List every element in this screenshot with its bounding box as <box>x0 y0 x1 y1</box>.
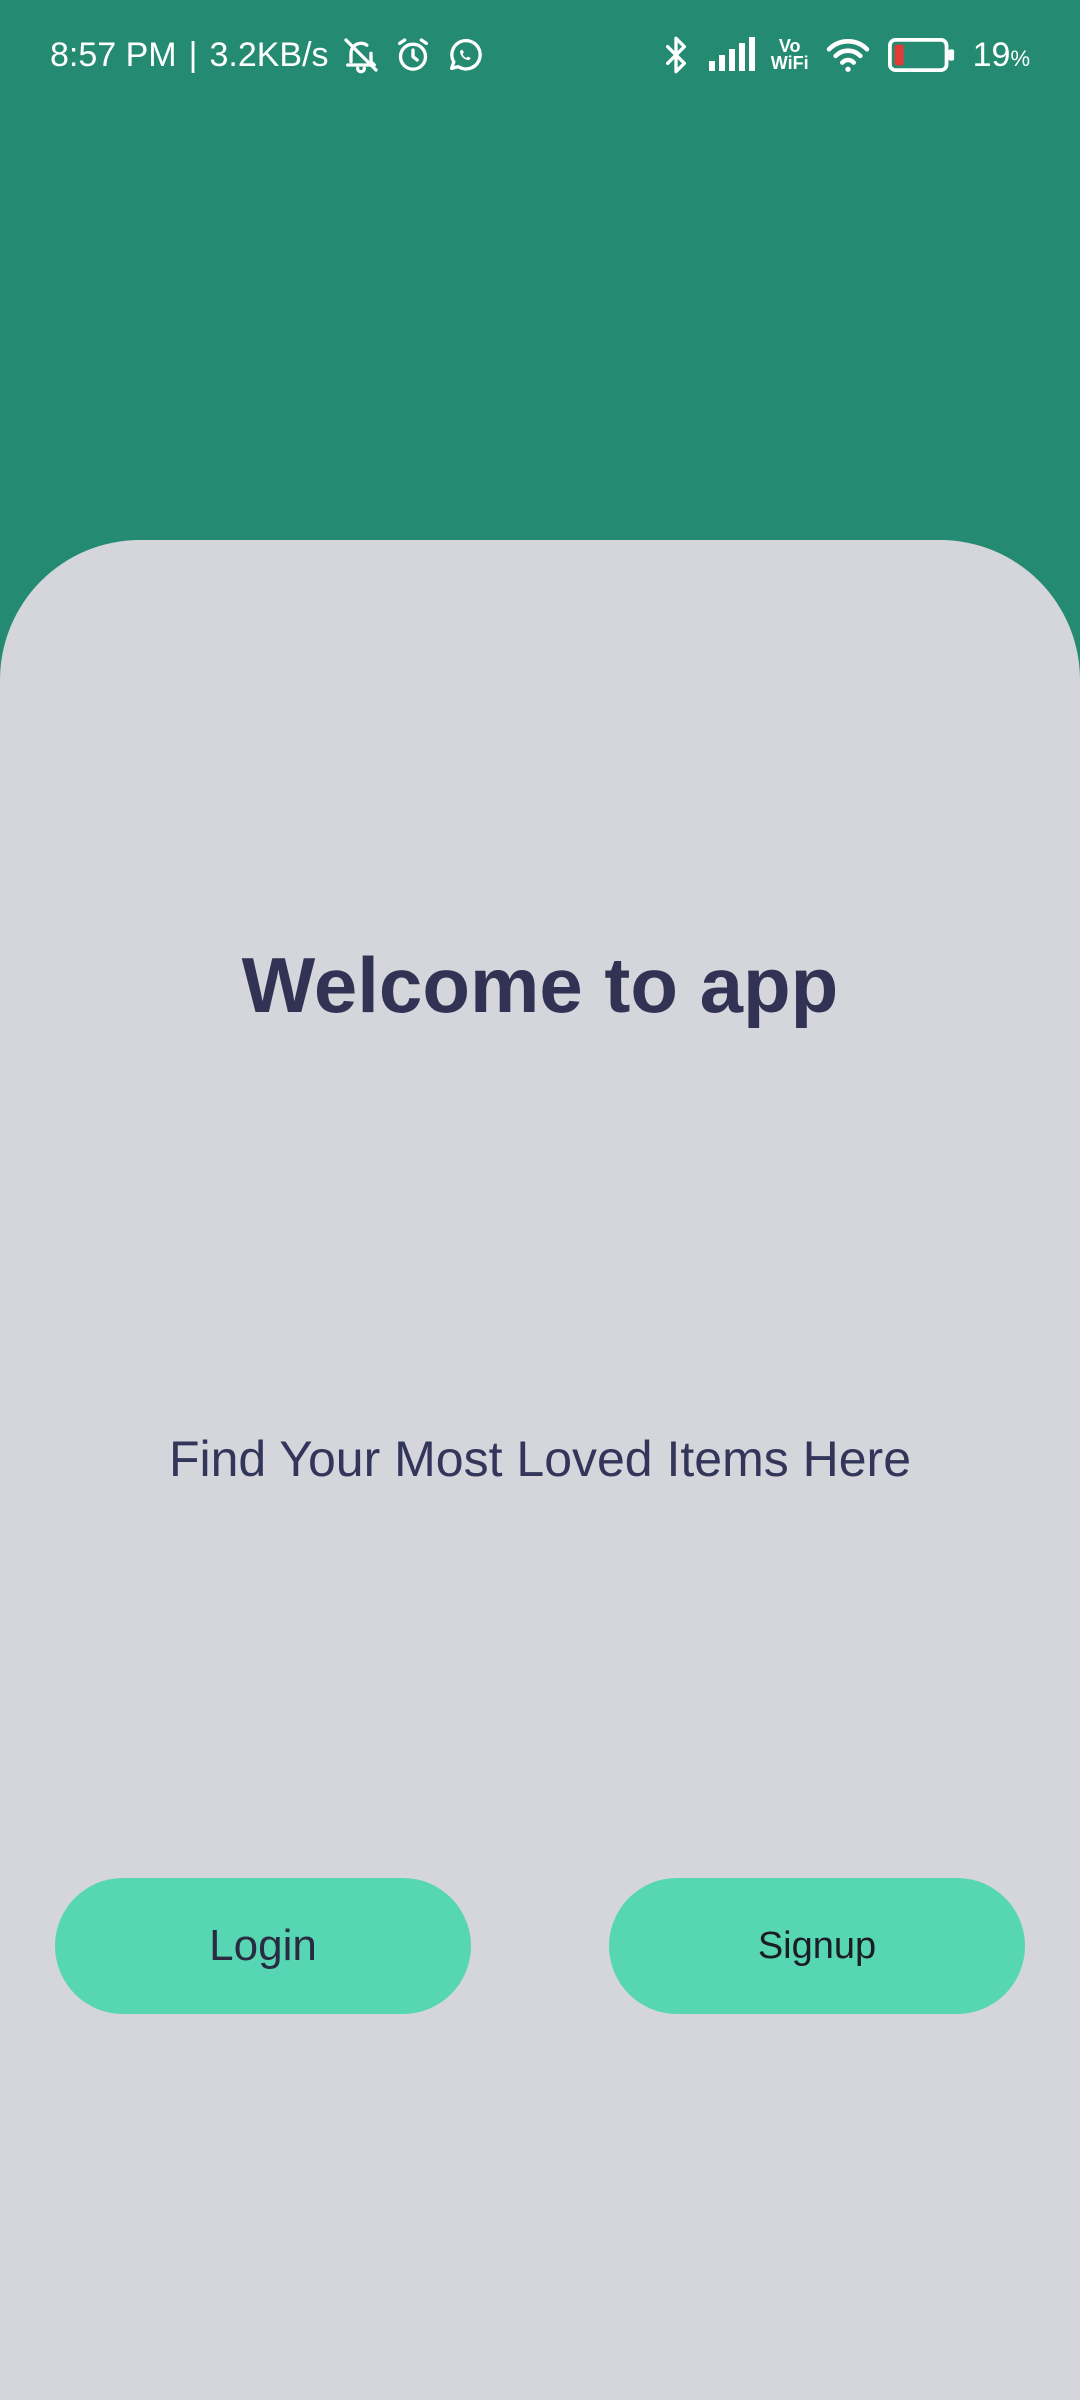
status-left: 8:57 PM | 3.2KB/s <box>50 30 485 80</box>
vowifi-icon: Vo WiFi <box>770 37 809 73</box>
network-speed: 3.2KB/s <box>209 35 329 74</box>
signup-button[interactable]: Signup <box>609 1878 1025 2014</box>
status-time: 8:57 PM <box>50 35 177 74</box>
status-separator: | <box>188 35 198 74</box>
status-right: Vo WiFi 19% <box>661 30 1030 80</box>
bluetooth-icon <box>661 35 691 75</box>
battery-icon <box>887 38 957 72</box>
wifi-icon <box>825 36 871 74</box>
login-button[interactable]: Login <box>55 1878 471 2014</box>
alarm-icon <box>393 35 433 75</box>
bell-off-icon <box>341 35 381 75</box>
status-bar: 8:57 PM | 3.2KB/s Vo WiFi 19% <box>0 0 1080 110</box>
whatsapp-icon <box>445 35 485 75</box>
wifi-label: WiFi <box>770 53 809 73</box>
page-subtitle: Find Your Most Loved Items Here <box>168 1431 912 1487</box>
battery-unit: % <box>1010 45 1030 71</box>
page-title: Welcome to app <box>241 941 839 1029</box>
battery-value: 19 <box>972 35 1011 74</box>
battery-percent: 19% <box>973 36 1030 75</box>
signal-icon <box>707 37 755 73</box>
battery-level-fill <box>894 44 904 66</box>
